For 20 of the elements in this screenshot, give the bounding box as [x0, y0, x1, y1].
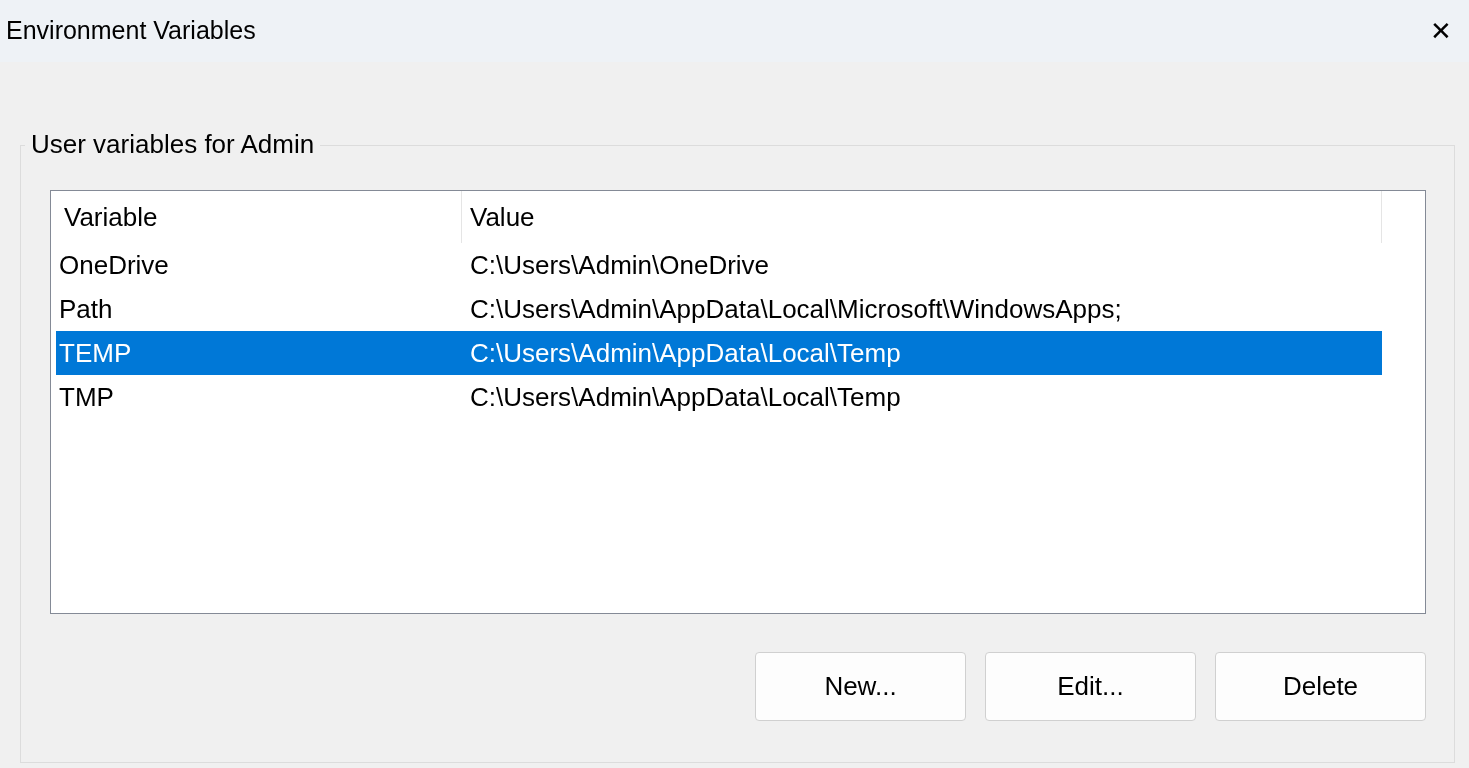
dialog-button[interactable]: Edit...: [985, 652, 1196, 721]
table-cell-text: C:\Users\Admin\AppData\Local\Microsoft\WindowsApps;: [469, 292, 1122, 326]
table-row[interactable]: TEMP C:\Users\Admin\AppData\Local\Temp: [56, 331, 1382, 375]
close-button[interactable]: ✕: [1413, 3, 1469, 59]
table-cell-text: C:\Users\Admin\AppData\Local\Temp: [469, 380, 901, 414]
table-cell-text: TEMP: [58, 336, 133, 370]
table-cell-text: Path: [58, 292, 114, 326]
column-header[interactable]: Value: [462, 191, 1382, 243]
column-header[interactable]: Variable: [56, 191, 462, 243]
table-row[interactable]: Path C:\Users\Admin\AppData\Local\Microsoft\WindowsApps;: [56, 287, 1382, 331]
table-cell-text: OneDrive: [58, 248, 170, 282]
table-cell-text: TMP: [58, 380, 115, 414]
dialog-button[interactable]: Delete: [1215, 652, 1426, 721]
table-cell-text: C:\Users\Admin\AppData\Local\Temp: [469, 336, 901, 370]
table-row[interactable]: OneDrive C:\Users\Admin\OneDrive: [56, 243, 1382, 287]
dialog-button[interactable]: New...: [755, 652, 966, 721]
table-cell-text: C:\Users\Admin\OneDrive: [469, 248, 770, 282]
window-title: Environment Variables: [6, 15, 256, 47]
table-row[interactable]: TMP C:\Users\Admin\AppData\Local\Temp: [56, 375, 1382, 419]
variables-list[interactable]: Variable Value OneDrive C:\Users\Admin\OneDrive Path C:\Users\Admin\AppData\Local\Microsoft\WindowsApps; TEMP C:\Users\Admin\AppData\Local\Temp TMP C:\Users\Admin\AppData\Local\Temp: [50, 190, 1426, 614]
